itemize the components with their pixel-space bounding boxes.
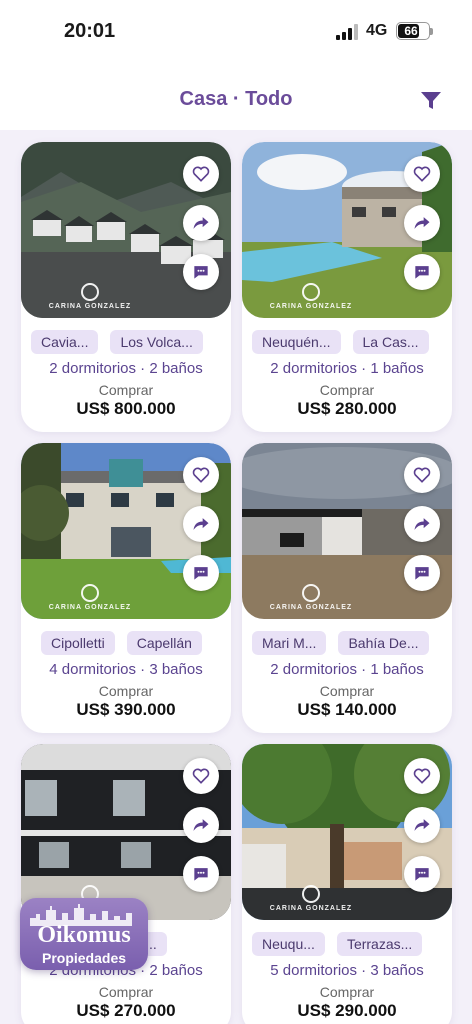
chat-icon (415, 266, 429, 279)
operation-text: Comprar (319, 683, 375, 699)
chip-neighborhood: Capellán (126, 631, 202, 655)
location-chips: Neuquén... La Cas... (252, 330, 442, 354)
heart-icon (192, 768, 210, 784)
heart-icon (192, 467, 210, 483)
share-button[interactable] (404, 506, 440, 542)
chip-city: Cipolletti (41, 631, 115, 655)
status-time: 20:01 (64, 20, 116, 42)
share-button[interactable] (183, 506, 219, 542)
property-photo[interactable]: CARINA GONZALEZ (21, 744, 231, 920)
operation-text: Comprar (319, 984, 375, 1000)
battery-percent: 66 (404, 24, 418, 38)
property-card[interactable]: CARINA GONZALEZ Cavia... Los Volca... 2 … (21, 142, 231, 432)
operation-text: Comprar (319, 382, 375, 398)
chip-neighborhood: Terrazas... (336, 932, 423, 956)
property-photo[interactable]: CARINA GONZALEZ (21, 443, 231, 619)
share-icon (414, 518, 430, 530)
chat-button[interactable] (183, 856, 219, 892)
heart-icon (192, 166, 210, 182)
chat-icon (415, 567, 429, 580)
rooms-text: 2 dormitorios · 1 baños (270, 360, 424, 377)
property-card[interactable]: CARINA GONZALEZ Neuquén... La Cas... 2 d… (242, 142, 452, 432)
filter-icon[interactable] (420, 91, 442, 111)
chat-icon (194, 567, 208, 580)
price-text: US$ 290.000 (297, 1001, 397, 1020)
property-photo[interactable]: CARINA GONZALEZ (242, 142, 452, 318)
watermark: CARINA GONZALEZ (242, 584, 380, 611)
chat-button[interactable] (404, 856, 440, 892)
chip-neighborhood: Los Volca... (110, 330, 203, 354)
property-card[interactable]: CARINA GONZALEZ ... Conflu... 2 dormitor… (21, 744, 231, 1024)
brand-name: Oikomus (37, 922, 131, 948)
watermark: CARINA GONZALEZ (21, 283, 159, 310)
favorite-button[interactable] (183, 457, 219, 493)
favorite-button[interactable] (404, 758, 440, 794)
network-type: 4G (366, 22, 388, 39)
chat-icon (194, 868, 208, 881)
share-icon (414, 217, 430, 229)
brand-badge[interactable]: Oikomus Propiedades (20, 898, 148, 970)
chat-button[interactable] (183, 555, 219, 591)
watermark: CARINA GONZALEZ (21, 584, 159, 611)
property-photo[interactable]: CARINA GONZALEZ (242, 443, 452, 619)
chip-city: Cavia... (31, 330, 99, 354)
rooms-text: 2 dormitorios · 1 baños (270, 661, 424, 678)
property-card[interactable]: CARINA GONZALEZ Mari M... Bahía De... 2 … (242, 443, 452, 733)
chat-icon (194, 266, 208, 279)
share-button[interactable] (183, 205, 219, 241)
property-photo[interactable]: CARINA GONZALEZ (21, 142, 231, 318)
price-text: US$ 390.000 (76, 700, 176, 719)
price-text: US$ 140.000 (297, 700, 397, 719)
watermark: CARINA GONZALEZ (242, 885, 380, 912)
share-button[interactable] (183, 807, 219, 843)
battery-icon: 66 (396, 22, 433, 40)
chat-button[interactable] (183, 254, 219, 290)
price-text: US$ 800.000 (76, 399, 176, 418)
rooms-text: 4 dormitorios · 3 baños (49, 661, 203, 678)
share-button[interactable] (404, 807, 440, 843)
share-icon (193, 819, 209, 831)
favorite-button[interactable] (183, 156, 219, 192)
share-icon (193, 518, 209, 530)
heart-icon (413, 768, 431, 784)
property-card[interactable]: CARINA GONZALEZ Cipolletti Capellán 4 do… (21, 443, 231, 733)
chip-city: Mari M... (252, 631, 327, 655)
app-header: Casa · Todo (0, 64, 472, 130)
share-icon (414, 819, 430, 831)
operation-text: Comprar (98, 382, 154, 398)
status-bar: 20:01 4G 66 (0, 0, 472, 64)
price-text: US$ 280.000 (297, 399, 397, 418)
operation-text: Comprar (98, 683, 154, 699)
share-icon (193, 217, 209, 229)
brand-subtitle: Propiedades (41, 950, 127, 966)
chip-city: Neuquén... (252, 330, 341, 354)
page-title: Casa · Todo (179, 88, 293, 110)
chip-neighborhood: La Cas... (352, 330, 429, 354)
favorite-button[interactable] (404, 457, 440, 493)
property-photo[interactable]: CARINA GONZALEZ (242, 744, 452, 920)
price-text: US$ 270.000 (76, 1001, 176, 1020)
location-chips: Mari M... Bahía De... (252, 631, 442, 655)
operation-text: Comprar (98, 984, 154, 1000)
chat-icon (415, 868, 429, 881)
location-chips: Cavia... Los Volca... (31, 330, 221, 354)
rooms-text: 2 dormitorios · 2 baños (49, 360, 203, 377)
chat-button[interactable] (404, 254, 440, 290)
chat-button[interactable] (404, 555, 440, 591)
share-button[interactable] (404, 205, 440, 241)
property-card[interactable]: CARINA GONZALEZ Neuqu... Terrazas... 5 d… (242, 744, 452, 1024)
heart-icon (413, 166, 431, 182)
location-chips: Neuqu... Terrazas... (252, 932, 442, 956)
signal-icon (336, 24, 358, 40)
chip-neighborhood: Bahía De... (338, 631, 429, 655)
favorite-button[interactable] (404, 156, 440, 192)
property-feed[interactable]: CARINA GONZALEZ Cavia... Los Volca... 2 … (0, 130, 472, 1024)
location-chips: Cipolletti Capellán (41, 631, 221, 655)
rooms-text: 5 dormitorios · 3 baños (270, 962, 424, 979)
heart-icon (413, 467, 431, 483)
watermark: CARINA GONZALEZ (242, 283, 380, 310)
favorite-button[interactable] (183, 758, 219, 794)
chip-city: Neuqu... (252, 932, 325, 956)
